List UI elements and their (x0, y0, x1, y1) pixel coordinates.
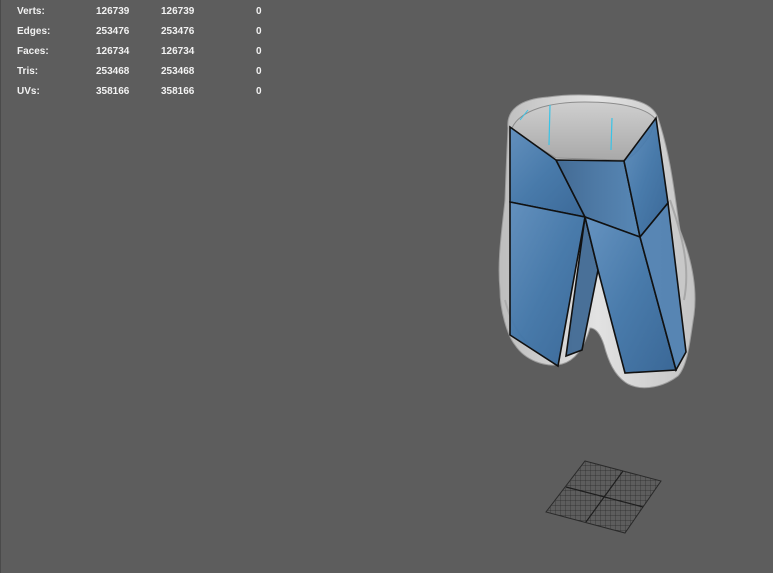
ground-grid (545, 460, 662, 534)
3d-viewport[interactable]: Verts: 126739 126739 0 Edges: 253476 253… (0, 0, 773, 573)
scene-canvas (498, 94, 696, 534)
